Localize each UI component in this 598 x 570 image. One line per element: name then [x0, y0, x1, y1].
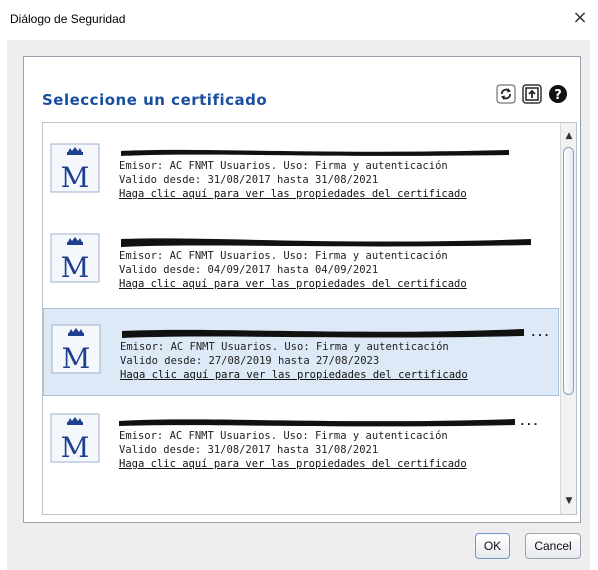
certificate-properties-link[interactable]: Haga clic aquí para ver las propiedades … — [119, 457, 557, 471]
export-icon[interactable] — [522, 84, 542, 104]
certificate-issuer: Emisor: AC FNMT Usuarios. Uso: Firma y a… — [119, 430, 448, 442]
fnmt-logo-icon: M — [50, 143, 100, 194]
certificate-validity: Valido desde: 31/08/2017 hasta 31/08/202… — [119, 444, 379, 456]
certificate-validity: Valido desde: 04/09/2017 hasta 04/09/202… — [119, 264, 379, 276]
certificate-list: M Emisor: AC FNMT Usuarios. Uso: Firma y… — [42, 122, 577, 515]
refresh-icon[interactable] — [496, 84, 516, 104]
certificate-item[interactable]: M Emisor: AC FNMT Usuarios. Uso: Firma y… — [43, 218, 559, 306]
close-icon[interactable]: × — [570, 8, 590, 28]
certificate-details: ... Emisor: AC FNMT Usuarios. Uso: Firma… — [119, 415, 557, 471]
certificate-issuer: Emisor: AC FNMT Usuarios. Uso: Firma y a… — [119, 160, 448, 172]
certificate-properties-link[interactable]: Haga clic aquí para ver las propiedades … — [119, 187, 557, 201]
certificate-details: Emisor: AC FNMT Usuarios. Uso: Firma y a… — [119, 235, 557, 291]
certificate-properties-link[interactable]: Haga clic aquí para ver las propiedades … — [119, 277, 557, 291]
title-bar: Diálogo de Seguridad × — [0, 0, 598, 40]
certificate-item[interactable]: M Emisor: AC FNMT Usuarios. Uso: Firma y… — [43, 128, 559, 216]
fnmt-logo-icon: M — [50, 233, 100, 284]
scroll-down-icon[interactable]: ▼ — [563, 494, 575, 508]
scroll-thumb[interactable] — [563, 147, 574, 395]
certificate-item[interactable]: M ... Emisor: AC FNMT Usuarios. Uso: Fir… — [43, 398, 559, 486]
certificate-name-redacted — [119, 145, 557, 159]
certificate-issuer: Emisor: AC FNMT Usuarios. Uso: Firma y a… — [120, 341, 449, 353]
fnmt-logo-icon: M — [50, 413, 100, 464]
scroll-up-icon[interactable]: ▲ — [563, 129, 575, 143]
dialog-body: Seleccione un certificado ? M Emisor: AC… — [7, 40, 590, 570]
ok-button[interactable]: OK — [475, 533, 510, 559]
certificate-name-ellipsis: ... — [530, 326, 550, 339]
dialog-heading: Seleccione un certificado — [42, 91, 268, 109]
certificate-name-ellipsis: ... — [519, 415, 539, 428]
svg-text:?: ? — [554, 88, 562, 103]
cancel-button[interactable]: Cancel — [525, 533, 581, 559]
fnmt-logo-icon: M — [51, 324, 101, 375]
certificate-name-redacted — [119, 235, 557, 249]
svg-text:M: M — [62, 342, 91, 374]
certificate-validity: Valido desde: 31/08/2017 hasta 31/08/202… — [119, 174, 379, 186]
certificate-item-selected[interactable]: M ... Emisor: AC FNMT Usuarios. Uso: Fir… — [43, 308, 559, 396]
vertical-scrollbar[interactable]: ▲ ▼ — [560, 123, 576, 514]
certificate-issuer: Emisor: AC FNMT Usuarios. Uso: Firma y a… — [119, 250, 448, 262]
svg-text:M: M — [61, 161, 90, 193]
certificate-name-redacted: ... — [119, 415, 557, 429]
certificate-properties-link[interactable]: Haga clic aquí para ver las propiedades … — [120, 368, 558, 382]
certificate-name-redacted: ... — [120, 326, 558, 340]
svg-text:M: M — [61, 251, 90, 283]
certificate-details: ... Emisor: AC FNMT Usuarios. Uso: Firma… — [120, 326, 558, 382]
svg-text:M: M — [61, 431, 90, 463]
certificate-panel: Seleccione un certificado ? M Emisor: AC… — [23, 56, 581, 523]
window-title: Diálogo de Seguridad — [10, 12, 126, 26]
help-icon[interactable]: ? — [548, 84, 568, 104]
certificate-list-area: M Emisor: AC FNMT Usuarios. Uso: Firma y… — [43, 123, 559, 514]
certificate-details: Emisor: AC FNMT Usuarios. Uso: Firma y a… — [119, 145, 557, 201]
certificate-validity: Valido desde: 27/08/2019 hasta 27/08/202… — [120, 355, 380, 367]
